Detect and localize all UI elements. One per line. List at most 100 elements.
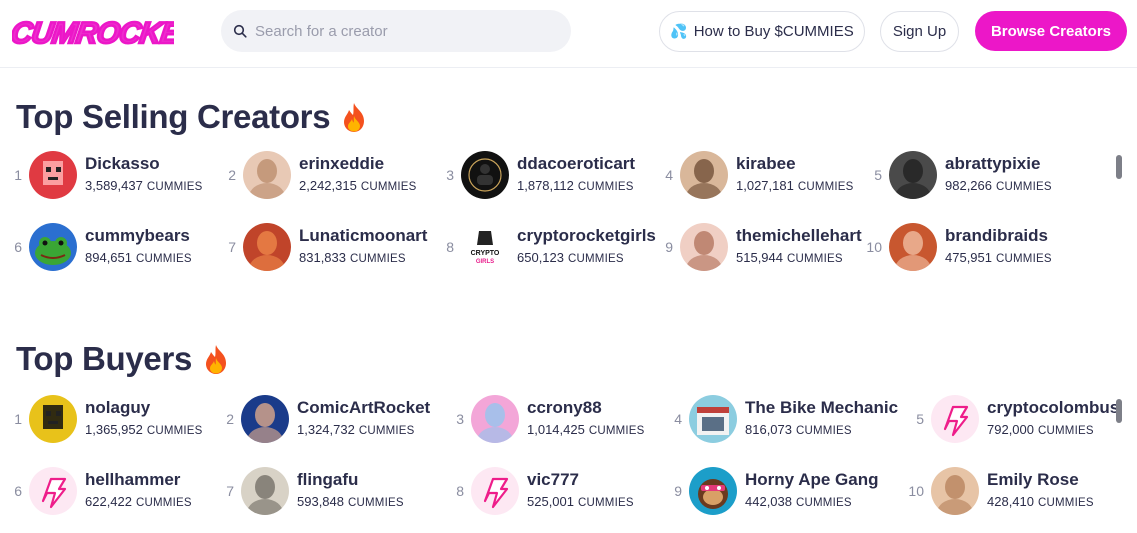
amount-unit: CUMMIES bbox=[146, 425, 203, 437]
creator-entry[interactable]: 1 nolaguy 1,365,952 CUMMIES bbox=[0, 394, 203, 444]
scrollbar-thumb[interactable] bbox=[1116, 155, 1122, 179]
cumrocket-logo[interactable]: CUMROCKET CUMROCKET bbox=[7, 12, 204, 51]
rank-number: 5 bbox=[874, 167, 882, 183]
creator-entry[interactable]: 7 Lunaticmoonart 831,833 CUMMIES bbox=[214, 222, 427, 272]
creator-entry[interactable]: 5 abrattypixie 982,266 CUMMIES bbox=[860, 150, 1052, 200]
creator-name[interactable]: ddacoeroticart bbox=[517, 154, 635, 174]
creator-name[interactable]: nolaguy bbox=[85, 398, 203, 418]
how-to-buy-label: How to Buy $CUMMIES bbox=[693, 23, 854, 40]
entry-info: brandibraids 475,951 CUMMIES bbox=[945, 226, 1052, 268]
creator-name[interactable]: kirabee bbox=[736, 154, 854, 174]
entry-info: erinxeddie 2,242,315 CUMMIES bbox=[299, 154, 417, 196]
how-to-buy-button[interactable]: 💦 How to Buy $CUMMIES bbox=[659, 11, 865, 52]
amount-unit: CUMMIES bbox=[1038, 425, 1094, 437]
creator-name[interactable]: themichellehart bbox=[736, 226, 862, 246]
amount-unit: CUMMIES bbox=[136, 253, 192, 265]
creator-entry[interactable]: 10 brandibraids 475,951 CUMMIES bbox=[860, 222, 1052, 272]
avatar[interactable] bbox=[689, 395, 737, 443]
avatar[interactable]: CRYPTO GIRLS bbox=[461, 223, 509, 271]
amount-unit: CUMMIES bbox=[568, 253, 624, 265]
avatar[interactable] bbox=[243, 151, 291, 199]
amount-unit: CUMMIES bbox=[136, 497, 192, 509]
avatar[interactable] bbox=[471, 395, 519, 443]
avatar[interactable] bbox=[680, 223, 728, 271]
creator-entry[interactable]: 2 erinxeddie 2,242,315 CUMMIES bbox=[214, 150, 417, 200]
avatar[interactable] bbox=[243, 223, 291, 271]
rank-number: 4 bbox=[674, 411, 682, 427]
creator-entry[interactable]: 3 ccrony88 1,014,425 CUMMIES bbox=[442, 394, 645, 444]
avatar[interactable] bbox=[461, 151, 509, 199]
search-input[interactable] bbox=[255, 22, 555, 40]
creator-name[interactable]: Horny Ape Gang bbox=[745, 470, 879, 490]
rank-number: 1 bbox=[14, 411, 22, 427]
creator-entry[interactable]: 9 Horny Ape Gang 442,038 CUMMIES bbox=[660, 466, 879, 516]
avatar[interactable] bbox=[29, 467, 77, 515]
creator-name[interactable]: abrattypixie bbox=[945, 154, 1052, 174]
avatar[interactable] bbox=[889, 151, 937, 199]
avatar[interactable] bbox=[931, 395, 979, 443]
creator-name[interactable]: Dickasso bbox=[85, 154, 203, 174]
rank-number: 2 bbox=[226, 411, 234, 427]
search-bar[interactable] bbox=[221, 10, 571, 52]
creator-entry[interactable]: 1 Dickasso 3,589,437 CUMMIES bbox=[0, 150, 203, 200]
amount-unit: CUMMIES bbox=[996, 253, 1052, 265]
avatar[interactable] bbox=[29, 151, 77, 199]
avatar[interactable] bbox=[29, 395, 77, 443]
cummies-amount: 442,038 CUMMIES bbox=[745, 493, 879, 512]
amount-value: 525,001 bbox=[527, 494, 574, 509]
creator-entry[interactable]: 10 Emily Rose 428,410 CUMMIES bbox=[902, 466, 1094, 516]
avatar[interactable] bbox=[241, 395, 289, 443]
cummies-amount: 515,944 CUMMIES bbox=[736, 249, 862, 268]
amount-value: 3,589,437 bbox=[85, 178, 143, 193]
creator-entry[interactable]: 2 ComicArtRocket 1,324,732 CUMMIES bbox=[212, 394, 430, 444]
creator-name[interactable]: flingafu bbox=[297, 470, 404, 490]
cummies-amount: 792,000 CUMMIES bbox=[987, 421, 1119, 440]
rank-number: 6 bbox=[14, 483, 22, 499]
entry-info: The Bike Mechanic 816,073 CUMMIES bbox=[745, 398, 898, 440]
cummies-amount: 2,242,315 CUMMIES bbox=[299, 177, 417, 196]
creator-name[interactable]: erinxeddie bbox=[299, 154, 417, 174]
creator-entry[interactable]: 7 flingafu 593,848 CUMMIES bbox=[212, 466, 404, 516]
scrollbar-thumb[interactable] bbox=[1116, 399, 1122, 423]
amount-unit: CUMMIES bbox=[577, 181, 634, 193]
creator-name[interactable]: cryptorocketgirls bbox=[517, 226, 656, 246]
svg-text:CRYPTO: CRYPTO bbox=[471, 250, 500, 257]
avatar[interactable] bbox=[241, 467, 289, 515]
avatar[interactable] bbox=[689, 467, 737, 515]
creator-name[interactable]: The Bike Mechanic bbox=[745, 398, 898, 418]
creator-entry[interactable]: 5 cryptocolombus 792,000 CUMMIES bbox=[902, 394, 1119, 444]
creator-entry[interactable]: 3 ddacoeroticart 1,878,112 CUMMIES bbox=[432, 150, 635, 200]
creator-name[interactable]: ComicArtRocket bbox=[297, 398, 430, 418]
creator-name[interactable]: cryptocolombus bbox=[987, 398, 1119, 418]
amount-value: 428,410 bbox=[987, 494, 1034, 509]
entry-info: cryptorocketgirls 650,123 CUMMIES bbox=[517, 226, 656, 268]
creator-entry[interactable]: 9 themichellehart 515,944 CUMMIES bbox=[651, 222, 862, 272]
creator-name[interactable]: cummybears bbox=[85, 226, 192, 246]
entry-info: cryptocolombus 792,000 CUMMIES bbox=[987, 398, 1119, 440]
avatar[interactable] bbox=[889, 223, 937, 271]
avatar[interactable] bbox=[931, 467, 979, 515]
avatar[interactable] bbox=[471, 467, 519, 515]
avatar[interactable] bbox=[680, 151, 728, 199]
avatar[interactable] bbox=[29, 223, 77, 271]
creator-name[interactable]: Lunaticmoonart bbox=[299, 226, 427, 246]
creator-name[interactable]: hellhammer bbox=[85, 470, 192, 490]
sign-up-button[interactable]: Sign Up bbox=[880, 11, 959, 52]
creator-entry[interactable]: 8 CRYPTO GIRLS cryptorocketgirls 650,123 CU… bbox=[432, 222, 656, 272]
creator-entry[interactable]: 6 cummybears 894,651 CUMMIES bbox=[0, 222, 192, 272]
creator-entry[interactable]: 6 hellhammer 622,422 CUMMIES bbox=[0, 466, 192, 516]
browse-creators-button[interactable]: Browse Creators bbox=[975, 11, 1127, 51]
creator-name[interactable]: vic777 bbox=[527, 470, 634, 490]
creator-entry[interactable]: 4 kirabee 1,027,181 CUMMIES bbox=[651, 150, 854, 200]
entry-info: abrattypixie 982,266 CUMMIES bbox=[945, 154, 1052, 196]
creator-entry[interactable]: 4 The Bike Mechanic 816,073 CUMMIES bbox=[660, 394, 898, 444]
amount-value: 816,073 bbox=[745, 422, 792, 437]
creator-name[interactable]: ccrony88 bbox=[527, 398, 645, 418]
amount-unit: CUMMIES bbox=[358, 425, 415, 437]
creator-name[interactable]: Emily Rose bbox=[987, 470, 1094, 490]
creator-name[interactable]: brandibraids bbox=[945, 226, 1052, 246]
creator-entry[interactable]: 8 vic777 525,001 CUMMIES bbox=[442, 466, 634, 516]
amount-unit: CUMMIES bbox=[350, 253, 406, 265]
entry-info: nolaguy 1,365,952 CUMMIES bbox=[85, 398, 203, 440]
rank-number: 10 bbox=[908, 483, 924, 499]
